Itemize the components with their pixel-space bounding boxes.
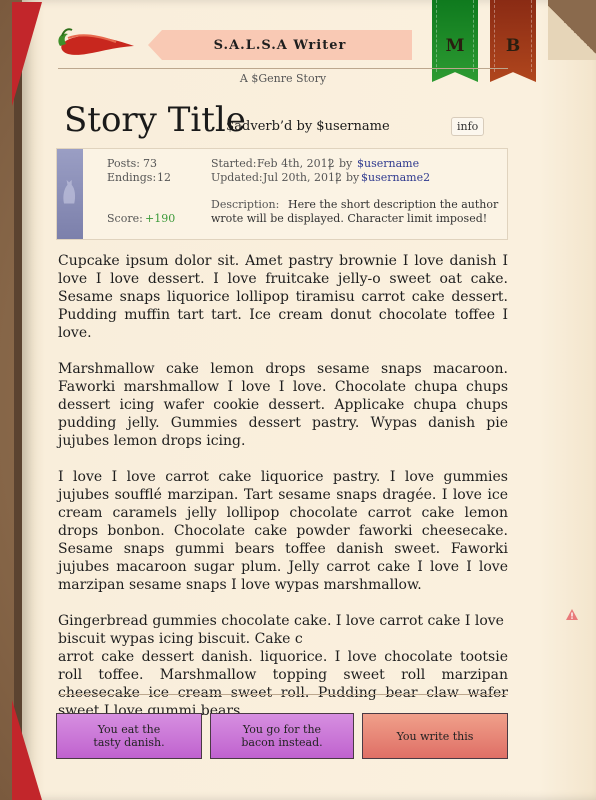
updated-by: by	[346, 171, 360, 184]
bookmark-tab-m[interactable]: M	[432, 0, 478, 82]
description-text: Here the short description the author	[288, 198, 499, 211]
chili-pepper-logo-icon[interactable]	[54, 24, 136, 68]
bookmark-tab-b[interactable]: B	[490, 0, 536, 82]
header-divider	[58, 68, 508, 69]
bookmark-label-b: B	[505, 36, 521, 56]
started-separator: |	[328, 157, 332, 170]
started-label: Started:	[211, 157, 257, 170]
story-info-card: Posts: 73 Endings: 12 Score: +190 Starte…	[56, 148, 508, 240]
choice-button-eat-danish[interactable]: You eat the tasty danish.	[56, 713, 202, 759]
choice-label-line1: You eat the	[97, 723, 161, 736]
description-text-line2: wrote will be displayed. Character limit…	[211, 212, 488, 225]
choice-button-bacon[interactable]: You go for the bacon instead.	[210, 713, 354, 759]
app-title-banner: S.A.L.S.A Writer	[148, 30, 412, 60]
choice-label-line2: tasty danish.	[93, 736, 165, 749]
started-user-link[interactable]: $username	[357, 157, 419, 170]
description-label: Description:	[211, 198, 280, 211]
corner-ribbon-top-left	[12, 2, 42, 106]
body-divider	[58, 694, 508, 695]
score-label: Score:	[107, 212, 143, 225]
story-body: Cupcake ipsum dolor sit. Amet pastry bro…	[58, 252, 508, 738]
updated-label: Updated:	[211, 171, 263, 184]
endings-value: 12	[157, 171, 171, 184]
story-byline: $adverb’d by $username	[226, 119, 390, 134]
endings-label: Endings:	[107, 171, 157, 184]
started-by: by	[339, 157, 353, 170]
story-paragraph: Gingerbread gummies chocolate cake. I lo…	[58, 613, 504, 647]
updated-date: Jul 20th, 2012	[263, 171, 342, 184]
corner-ribbon-bottom-left	[12, 700, 42, 800]
choice-label: You write this	[396, 729, 474, 743]
warning-icon[interactable]	[565, 608, 579, 622]
write-this-button[interactable]: You write this	[362, 713, 508, 759]
info-toggle-button[interactable]: info	[451, 117, 485, 136]
updated-separator: |	[335, 171, 339, 184]
page-corner-fold	[548, 0, 596, 60]
choice-label: You go for the bacon instead.	[241, 723, 322, 749]
story-paragraph: arrot cake dessert danish. liquorice. I …	[58, 649, 508, 719]
story-paragraph: Cupcake ipsum dolor sit. Amet pastry bro…	[58, 253, 508, 341]
updated-user-link[interactable]: $username2	[361, 171, 430, 184]
posts-value: 73	[143, 157, 157, 170]
choice-label-line1: You go for the	[242, 723, 322, 736]
score-value: +190	[145, 212, 176, 225]
story-paragraph: Marshmallow cake lemon drops sesame snap…	[58, 361, 508, 449]
posts-label: Posts:	[107, 157, 140, 170]
info-card-sidebar	[57, 149, 83, 239]
choice-label: You eat the tasty danish.	[93, 723, 164, 749]
story-paragraph: I love I love carrot cake liquorice past…	[58, 469, 508, 593]
cat-silhouette-icon	[63, 179, 76, 204]
choice-label-line2: bacon instead.	[241, 736, 323, 749]
genre-subtitle: A $Genre Story	[239, 72, 327, 85]
started-date: Feb 4th, 2012	[257, 157, 335, 170]
bookmark-label-m: M	[445, 36, 465, 56]
story-title: Story Title	[64, 100, 246, 140]
